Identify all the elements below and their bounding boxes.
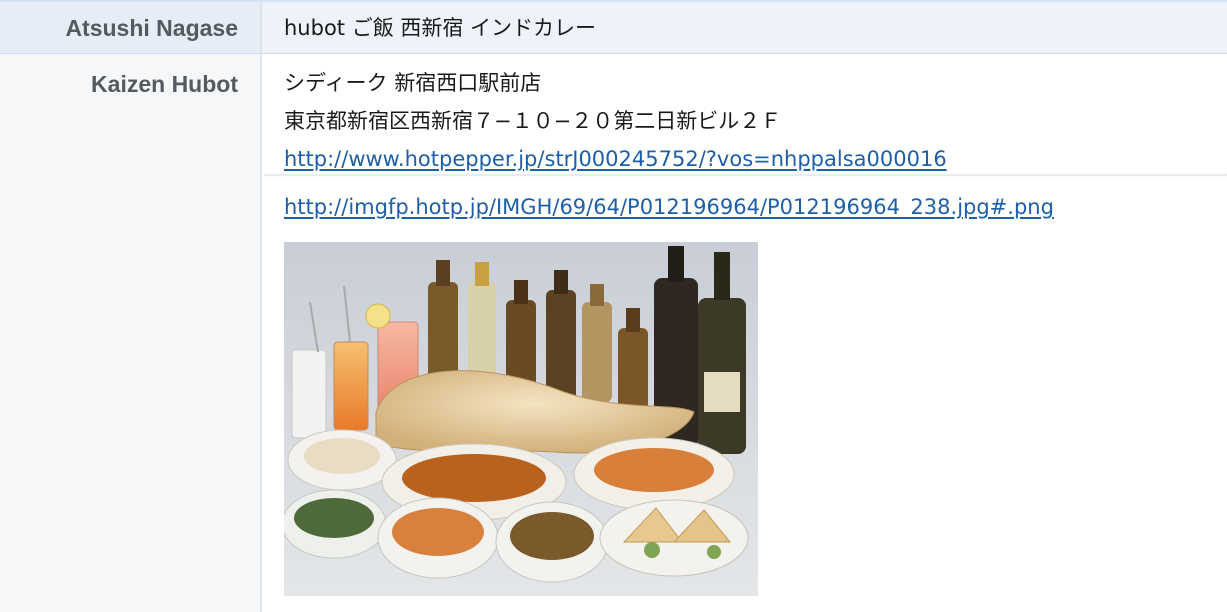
chat-message: Atsushi Nagase hubot ご飯 西新宿 インドカレー	[0, 0, 1227, 54]
image-link[interactable]: http://imgfp.hotp.jp/IMGH/69/64/P0121969…	[284, 195, 1054, 219]
message-text: hubot ご飯 西新宿 インドカレー	[284, 16, 597, 40]
embed-divider	[264, 174, 1227, 176]
restaurant-link[interactable]: http://www.hotpepper.jp/strJ000245752/?v…	[284, 147, 947, 171]
chat-log: Atsushi Nagase hubot ご飯 西新宿 インドカレー Kaize…	[0, 0, 1227, 612]
restaurant-name: シディーク 新宿西口駅前店	[284, 71, 542, 95]
sender-name[interactable]: Kaizen Hubot	[0, 54, 262, 612]
restaurant-address: 東京都新宿区西新宿７−１０−２０第二日新ビル２Ｆ	[284, 109, 782, 133]
sender-name[interactable]: Atsushi Nagase	[0, 2, 262, 53]
image-link-wrap: http://imgfp.hotp.jp/IMGH/69/64/P0121969…	[284, 190, 1227, 226]
food-photo[interactable]	[284, 242, 758, 596]
